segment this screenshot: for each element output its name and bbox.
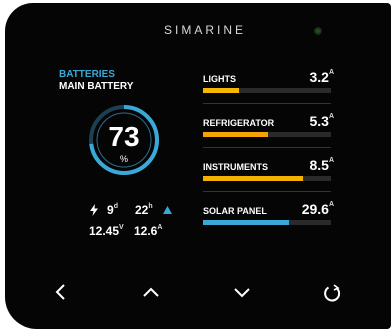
load-bar-track — [203, 132, 331, 137]
battery-voltage: 12.45V — [89, 224, 124, 238]
battery-voltage-value: 12.45 — [89, 224, 120, 238]
load-label: INSTRUMENTS — [203, 162, 268, 172]
power-icon — [324, 284, 341, 302]
battery-current: 12.6A — [134, 224, 162, 238]
chevron-down-icon — [234, 288, 250, 298]
battery-percent-unit: % — [119, 154, 128, 164]
chevron-left-icon — [55, 284, 65, 300]
load-bar-track — [203, 88, 331, 93]
device-frame: SIMARINE BATTERIES MAIN BATTERY 73 % 9d … — [0, 0, 391, 335]
remaining-days: 9d — [107, 203, 118, 217]
load-value-number: 29.6 — [301, 201, 329, 217]
load-value: 5.3A — [309, 113, 334, 129]
load-value: 3.2A — [309, 69, 334, 85]
load-value-number: 8.5 — [309, 157, 329, 173]
load-bar-track — [203, 176, 331, 181]
chevron-up-icon — [143, 287, 159, 297]
divider — [203, 103, 331, 104]
load-label: SOLAR PANEL — [203, 206, 267, 216]
battery-percent: 73 — [108, 121, 140, 152]
load-value: 8.5A — [309, 157, 334, 173]
remaining-days-unit: d — [113, 203, 118, 210]
load-value-number: 5.3 — [309, 113, 329, 129]
remaining-hours-value: 22 — [135, 203, 149, 217]
battery-name: MAIN BATTERY — [59, 81, 134, 92]
battery-voltage-unit: V — [119, 224, 124, 231]
power-button[interactable] — [319, 281, 345, 303]
divider — [203, 147, 331, 148]
down-button[interactable] — [229, 281, 255, 303]
load-item-solar-panel[interactable]: SOLAR PANEL 29.6A — [200, 198, 334, 242]
load-label: REFRIGERATOR — [203, 118, 275, 128]
battery-current-value: 12.6 — [134, 224, 158, 238]
load-value-unit: A — [328, 157, 334, 164]
remaining-days-value: 9 — [107, 203, 114, 217]
load-value-unit: A — [328, 113, 334, 120]
up-button[interactable] — [138, 281, 164, 303]
bolt-icon — [90, 204, 98, 216]
remaining-hours: 22h — [135, 203, 153, 217]
brand-label: SIMARINE — [163, 23, 246, 37]
back-button[interactable] — [48, 281, 74, 303]
load-value-unit: A — [328, 201, 334, 208]
batteries-title: BATTERIES — [59, 69, 115, 80]
load-bar-fill — [203, 176, 303, 181]
load-bar-fill — [203, 220, 289, 225]
battery-current-unit: A — [157, 224, 163, 231]
triangle-up-icon — [163, 206, 172, 214]
load-bar-track — [203, 220, 331, 225]
load-bar-fill — [203, 88, 239, 93]
load-value-number: 3.2 — [309, 69, 329, 85]
load-value: 29.6A — [302, 201, 334, 217]
status-led — [314, 27, 322, 35]
divider — [203, 191, 331, 192]
load-label: LIGHTS — [203, 74, 236, 84]
load-value-unit: A — [328, 69, 334, 76]
load-bar-fill — [203, 132, 269, 137]
remaining-hours-unit: h — [148, 203, 153, 210]
